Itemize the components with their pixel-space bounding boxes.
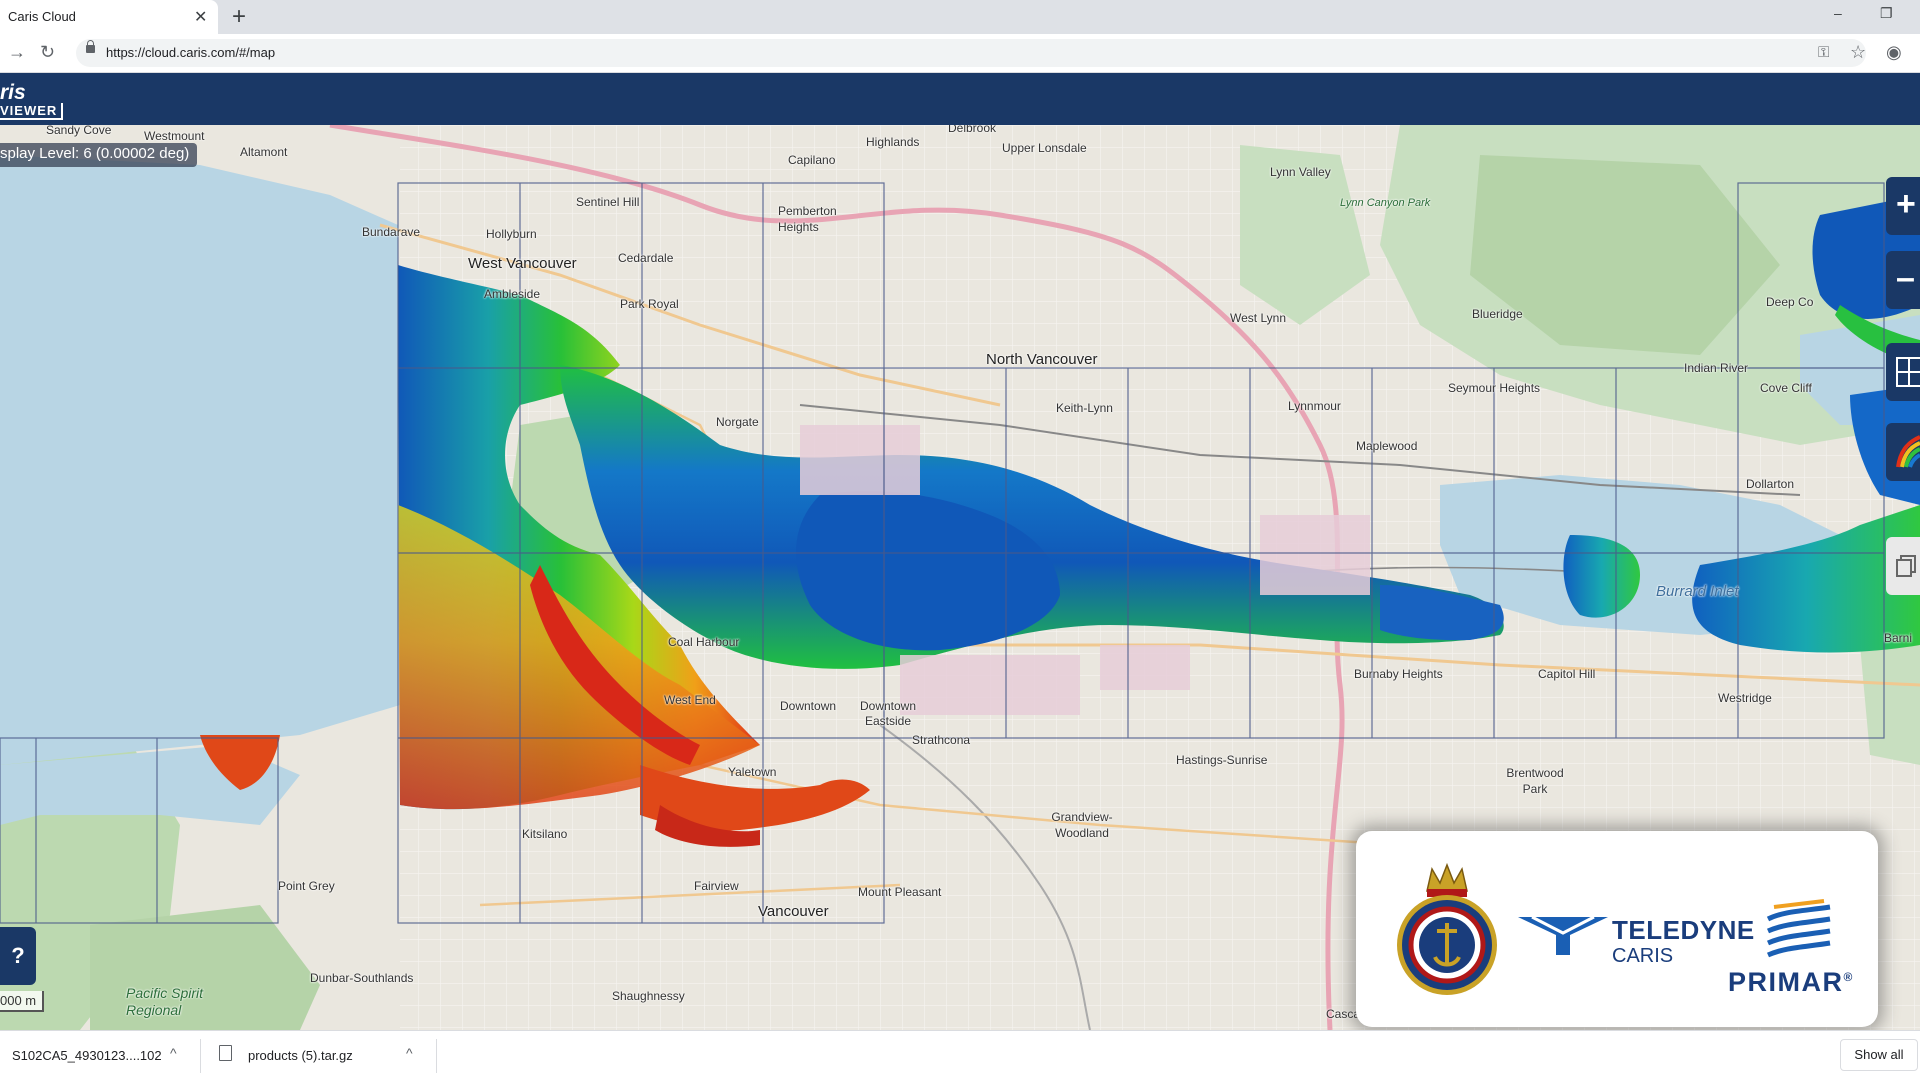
- scale-bar: 000 m: [0, 991, 45, 1012]
- forward-icon[interactable]: →: [8, 42, 26, 63]
- hydrographic-service-crest-icon: [1397, 862, 1497, 995]
- bathymetry-icon: [1896, 435, 1920, 468]
- map-label: Strathcona: [912, 733, 971, 747]
- browser-tab[interactable]: Caris Cloud ✕: [0, 0, 218, 34]
- download-divider: [436, 1039, 437, 1073]
- map-label: North Vancouver: [986, 351, 1098, 368]
- map-label: Highlands: [866, 135, 920, 149]
- help-button[interactable]: ?: [0, 927, 36, 985]
- minimize-button[interactable]: –: [1834, 5, 1842, 21]
- map-label: Ambleside: [484, 287, 541, 301]
- map-label: Fairview: [694, 879, 739, 893]
- map-label: Burnaby Heights: [1354, 667, 1443, 681]
- new-tab-button[interactable]: +: [232, 3, 246, 31]
- map-label: West Vancouver: [468, 255, 577, 272]
- sponsor-logos-panel: TELEDYNE CARIS PRIMAR®: [1356, 831, 1878, 1027]
- map-label: Cove Cliff: [1760, 381, 1812, 395]
- map-label: Downtown Eastside: [859, 699, 917, 728]
- browser-toolbar: → ↻ https://cloud.caris.com/#/map ⚿ ☆ ◉: [0, 34, 1920, 73]
- map-label: Sentinel Hill: [576, 195, 640, 209]
- map-label: Seymour Heights: [1448, 381, 1541, 395]
- map-label: Lynnmour: [1288, 399, 1341, 413]
- profile-icon[interactable]: ◉: [1886, 42, 1902, 63]
- app-header: ris VIEWER: [0, 73, 1920, 125]
- tab-close-icon[interactable]: ✕: [194, 7, 207, 27]
- map-label: Westmount: [144, 129, 205, 143]
- map-label: Hollyburn: [486, 227, 537, 241]
- map-label: West End: [664, 693, 716, 707]
- map-label: Capilano: [788, 153, 836, 167]
- map-label: Point Grey: [278, 879, 335, 893]
- map-label: Indian River: [1684, 361, 1749, 375]
- map-label: Maplewood: [1356, 439, 1418, 453]
- map-label: Grandview-Woodland: [1051, 810, 1113, 840]
- primar-logo-icon: [1766, 899, 1831, 958]
- app-logo-subtitle: VIEWER: [0, 103, 64, 120]
- show-all-downloads-button[interactable]: Show all: [1840, 1039, 1918, 1071]
- map-label: Lynn Canyon Park: [1340, 197, 1431, 209]
- map-label: Altamont: [240, 145, 288, 159]
- display-level-readout: splay Level: 6 (0.00002 deg): [0, 143, 198, 167]
- map-label: Kitsilano: [522, 827, 568, 841]
- star-icon[interactable]: ☆: [1850, 42, 1866, 63]
- map-label: Coal Harbour: [668, 635, 740, 649]
- zoom-in-button[interactable]: +: [1886, 177, 1920, 235]
- map-label: West Lynn: [1230, 311, 1287, 325]
- zoom-out-button[interactable]: –: [1886, 251, 1920, 309]
- teledyne-logo-icon: [1518, 915, 1608, 955]
- map-label: Blueridge: [1472, 307, 1523, 321]
- primar-wordmark: PRIMAR®: [1728, 967, 1854, 997]
- map-label: Mount Pleasant: [858, 885, 942, 899]
- map-label: Park Royal: [620, 297, 679, 311]
- map-label: Vancouver: [758, 903, 829, 920]
- teledyne-wordmark: TELEDYNE: [1612, 915, 1755, 945]
- map-view[interactable]: Sandy Cove Westmount Altamont Capilano H…: [0, 125, 1920, 1030]
- lock-icon: [86, 40, 95, 53]
- map-label: Pacific Spirit Regional: [126, 985, 204, 1018]
- map-label: Sandy Cove: [46, 125, 112, 137]
- map-label: Barni: [1884, 631, 1913, 645]
- grid-layers-button[interactable]: [1886, 343, 1920, 401]
- tab-title: Caris Cloud: [8, 9, 76, 24]
- download-shelf: S102CA5_4930123....102 ^ products (5).ta…: [0, 1030, 1920, 1081]
- key-icon[interactable]: ⚿: [1818, 44, 1829, 61]
- map-label: Dunbar-Southlands: [310, 971, 414, 985]
- file-icon: [219, 1045, 232, 1061]
- map-label: Capitol Hill: [1538, 667, 1596, 681]
- browser-tabstrip: Caris Cloud ✕ + – ❐: [0, 0, 1920, 34]
- map-label: Bundarave: [362, 225, 421, 239]
- map-label: Pemberton Heights: [778, 204, 837, 234]
- url-text[interactable]: https://cloud.caris.com/#/map: [106, 45, 275, 60]
- map-label: Deep Co: [1766, 295, 1814, 309]
- copy-icon: [1896, 555, 1916, 577]
- map-label: Hastings-Sunrise: [1176, 753, 1268, 767]
- caris-wordmark: CARIS: [1612, 945, 1674, 967]
- map-label: Burrard Inlet: [1656, 583, 1739, 600]
- copy-button[interactable]: [1886, 537, 1920, 595]
- map-label: Shaughnessy: [612, 989, 685, 1003]
- map-label: Brentwood Park: [1506, 766, 1564, 796]
- map-label: Delbrook: [948, 125, 997, 135]
- bathymetry-layer-button[interactable]: [1886, 423, 1920, 481]
- map-label: Westridge: [1718, 691, 1772, 705]
- reload-icon[interactable]: ↻: [40, 42, 55, 63]
- map-label: Dollarton: [1746, 477, 1795, 491]
- map-label: Lynn Valley: [1270, 165, 1331, 179]
- address-bar[interactable]: https://cloud.caris.com/#/map: [76, 39, 1866, 67]
- download-item-2[interactable]: products (5).tar.gz: [248, 1048, 353, 1063]
- map-label: Keith-Lynn: [1056, 401, 1113, 415]
- restore-button[interactable]: ❐: [1880, 5, 1893, 22]
- grid-icon: [1896, 357, 1920, 387]
- download-item-2-chevron-icon[interactable]: ^: [406, 1045, 413, 1061]
- download-divider: [200, 1039, 201, 1073]
- map-label: Casca: [1326, 1007, 1361, 1021]
- app-logo: ris: [0, 81, 26, 104]
- download-item-1[interactable]: S102CA5_4930123....102: [12, 1048, 162, 1063]
- map-label: Yaletown: [728, 765, 777, 779]
- map-label: Upper Lonsdale: [1002, 141, 1087, 155]
- map-label: Norgate: [716, 415, 759, 429]
- map-label: Downtown: [780, 699, 837, 713]
- download-item-1-chevron-icon[interactable]: ^: [170, 1045, 177, 1061]
- map-label: Cedardale: [618, 251, 674, 265]
